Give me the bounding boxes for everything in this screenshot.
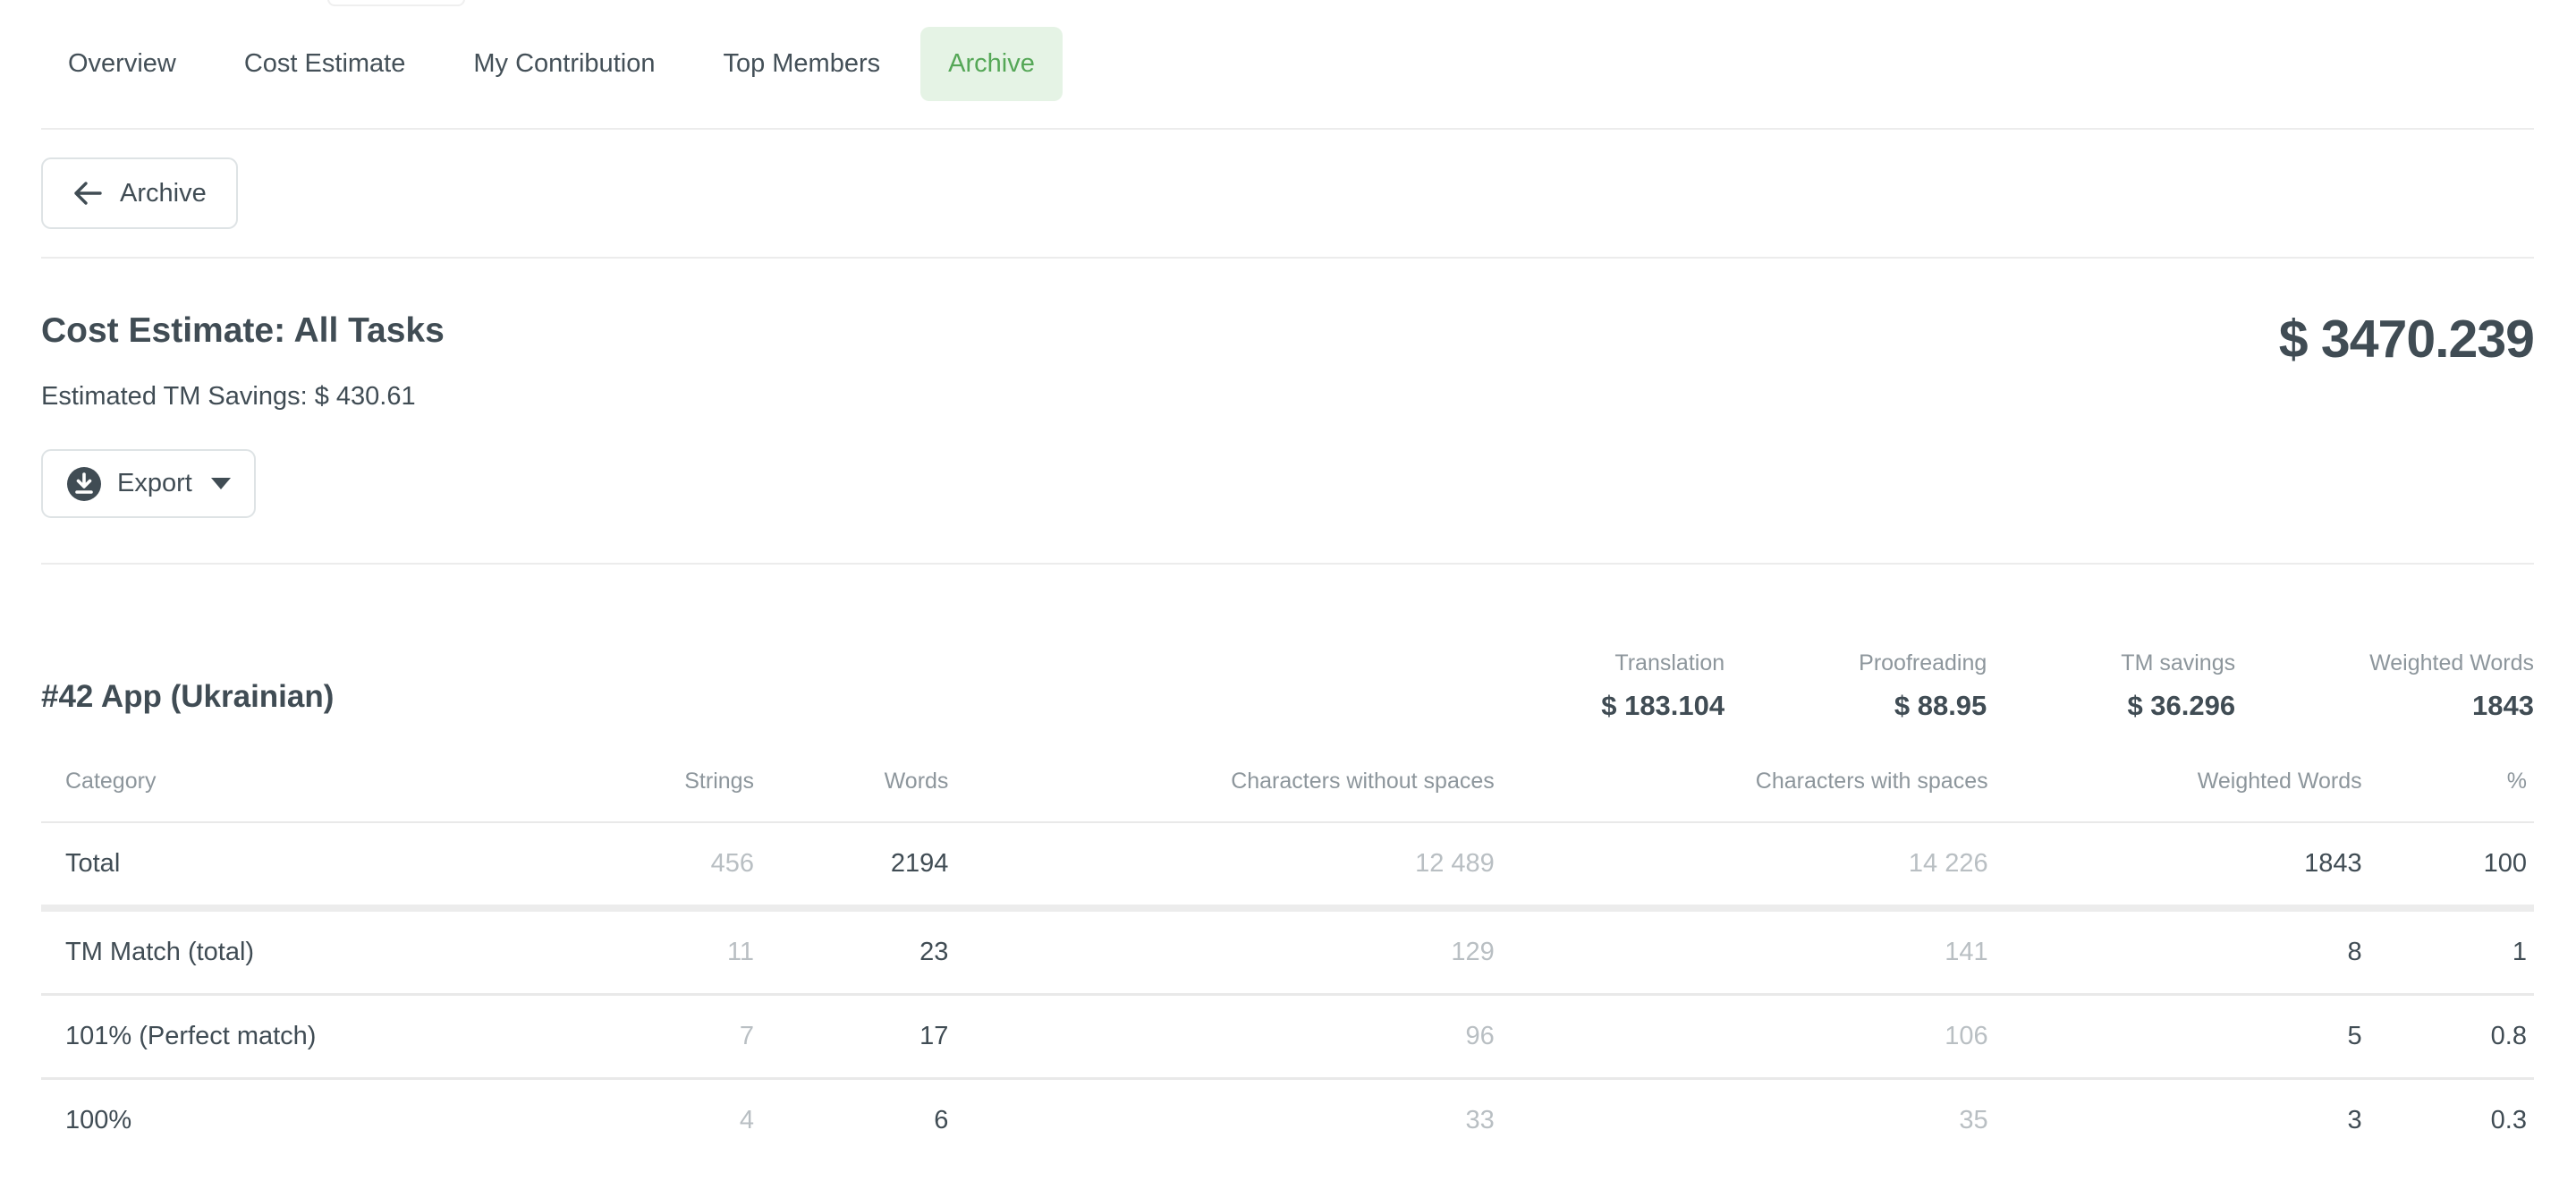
column-header-percent: %: [2362, 747, 2534, 822]
project-stats: Translation $ 183.104 Proofreading $ 88.…: [1601, 650, 2534, 722]
cell-chars-without-spaces: 33: [948, 1079, 1494, 1162]
stat-value: $ 183.104: [1601, 690, 1724, 722]
back-button-label: Archive: [120, 179, 207, 208]
cell-words: 23: [754, 908, 948, 995]
table-row: TM Match (total) 11 23 129 141 8 1: [41, 908, 2534, 995]
column-header-chars-without-spaces: Characters without spaces: [948, 747, 1494, 822]
stat-label: Weighted Words: [2369, 650, 2534, 676]
stat-value: $ 88.95: [1859, 690, 1987, 722]
tab-archive[interactable]: Archive: [920, 27, 1063, 101]
table-row: 101% (Perfect match) 7 17 96 106 5 0.8: [41, 995, 2534, 1079]
cell-words: 2194: [754, 822, 948, 908]
cell-chars-without-spaces: 12 489: [948, 822, 1494, 908]
cell-chars-with-spaces: 35: [1495, 1079, 1988, 1162]
cell-category: 101% (Perfect match): [41, 995, 542, 1079]
cell-percent: 100: [2362, 822, 2534, 908]
arrow-left-icon: [72, 181, 103, 206]
project-title: #42 App (Ukrainian): [41, 679, 334, 722]
cell-percent: 0.3: [2362, 1079, 2534, 1162]
table-header-row: Category Strings Words Characters withou…: [41, 747, 2534, 822]
cost-estimate-left: Cost Estimate: All Tasks Estimated TM Sa…: [41, 310, 445, 412]
column-header-strings: Strings: [542, 747, 754, 822]
cell-strings: 456: [542, 822, 754, 908]
stat-translation: Translation $ 183.104: [1601, 650, 1724, 722]
cell-weighted-words: 8: [1988, 908, 2362, 995]
tab-bar: Overview Cost Estimate My Contribution T…: [41, 0, 2534, 130]
stat-value: $ 36.296: [2121, 690, 2235, 722]
table-row: 100% 4 6 33 35 3 0.3: [41, 1079, 2534, 1162]
tab-cost-estimate[interactable]: Cost Estimate: [216, 27, 434, 101]
stat-tm-savings: TM savings $ 36.296: [2121, 650, 2235, 722]
cell-strings: 11: [542, 908, 754, 995]
tab-top-members[interactable]: Top Members: [695, 27, 908, 101]
cell-words: 17: [754, 995, 948, 1079]
tab-overview[interactable]: Overview: [40, 27, 204, 101]
column-header-weighted-words: Weighted Words: [1988, 747, 2362, 822]
cell-category: Total: [41, 822, 542, 908]
stat-label: Proofreading: [1859, 650, 1987, 676]
page-title: Cost Estimate: All Tasks: [41, 310, 445, 352]
stat-proofreading: Proofreading $ 88.95: [1859, 650, 1987, 722]
column-header-chars-with-spaces: Characters with spaces: [1495, 747, 1988, 822]
export-section: Export: [41, 449, 2534, 565]
cell-chars-without-spaces: 129: [948, 908, 1494, 995]
cost-breakdown-table: Category Strings Words Characters withou…: [41, 747, 2534, 1161]
cost-estimate-header: Cost Estimate: All Tasks Estimated TM Sa…: [41, 259, 2534, 412]
cell-words: 6: [754, 1079, 948, 1162]
chevron-down-icon: [211, 478, 231, 489]
cell-strings: 4: [542, 1079, 754, 1162]
column-header-words: Words: [754, 747, 948, 822]
tm-savings-subtitle: Estimated TM Savings: $ 430.61: [41, 382, 445, 412]
cell-chars-without-spaces: 96: [948, 995, 1494, 1079]
cell-weighted-words: 1843: [1988, 822, 2362, 908]
cell-chars-with-spaces: 141: [1495, 908, 1988, 995]
export-button-label: Export: [117, 469, 192, 498]
grand-total-amount: $ 3470.239: [2279, 310, 2534, 368]
cell-weighted-words: 3: [1988, 1079, 2362, 1162]
cell-strings: 7: [542, 995, 754, 1079]
tab-my-contribution[interactable]: My Contribution: [445, 27, 682, 101]
back-to-archive-button[interactable]: Archive: [41, 157, 238, 229]
download-icon: [66, 466, 102, 502]
cell-category: 100%: [41, 1079, 542, 1162]
cell-chars-with-spaces: 14 226: [1495, 822, 1988, 908]
project-header: #42 App (Ukrainian) Translation $ 183.10…: [41, 650, 2534, 722]
cell-chars-with-spaces: 106: [1495, 995, 1988, 1079]
cell-percent: 0.8: [2362, 995, 2534, 1079]
cell-weighted-words: 5: [1988, 995, 2362, 1079]
table-row: Total 456 2194 12 489 14 226 1843 100: [41, 822, 2534, 908]
stat-label: Translation: [1601, 650, 1724, 676]
stat-weighted-words: Weighted Words 1843: [2369, 650, 2534, 722]
cell-percent: 1: [2362, 908, 2534, 995]
export-button[interactable]: Export: [41, 449, 256, 518]
stat-label: TM savings: [2121, 650, 2235, 676]
back-section: Archive: [41, 130, 2534, 259]
cell-category: TM Match (total): [41, 908, 542, 995]
column-header-category: Category: [41, 747, 542, 822]
stat-value: 1843: [2369, 690, 2534, 722]
